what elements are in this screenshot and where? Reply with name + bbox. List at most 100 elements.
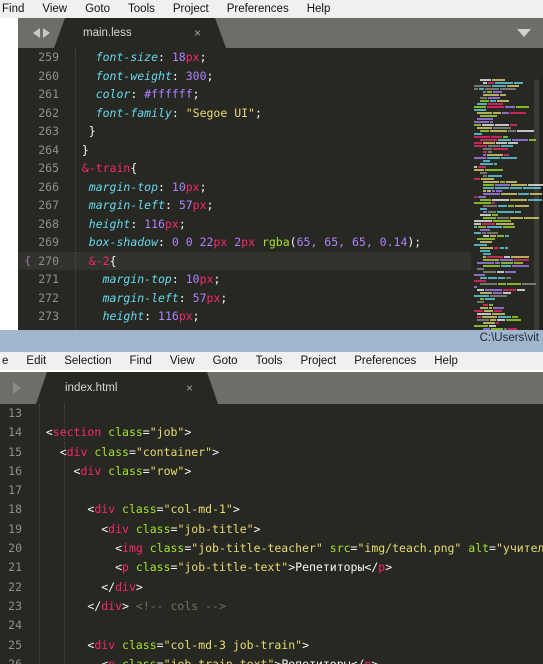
code-line[interactable]: 268 height: 116px; bbox=[18, 215, 543, 234]
triangle-left-icon[interactable] bbox=[33, 28, 40, 38]
minimap-token bbox=[474, 141, 482, 144]
code-line[interactable]: 264 } bbox=[18, 141, 543, 160]
code-line[interactable]: 265 &-train{ bbox=[18, 159, 543, 178]
triangle-right-icon[interactable] bbox=[43, 28, 50, 38]
code-line[interactable]: 16 <div class="row"> bbox=[0, 462, 543, 481]
code-line[interactable]: {270 &-2{ bbox=[18, 251, 543, 271]
minimap-token bbox=[483, 141, 495, 144]
fold-marker[interactable] bbox=[18, 85, 31, 104]
minimap-token bbox=[510, 198, 527, 201]
token: margin-left bbox=[88, 198, 165, 212]
fold-marker[interactable] bbox=[18, 141, 31, 160]
fold-marker[interactable] bbox=[18, 233, 31, 252]
fold-marker[interactable] bbox=[18, 67, 31, 86]
token: = bbox=[156, 502, 164, 517]
menubar-bottom[interactable]: e Edit Selection Find View Goto Tools Project Pr… bbox=[0, 352, 543, 370]
triangle-right-icon[interactable] bbox=[13, 382, 21, 394]
code-line[interactable]: 21 <p class="job-title-text">Репетиторы<… bbox=[0, 558, 543, 577]
code-line[interactable]: 22 </div> bbox=[0, 578, 543, 597]
minimap-token bbox=[483, 180, 499, 183]
fold-marker[interactable] bbox=[18, 122, 31, 141]
code-line[interactable]: 259 font-size: 18px; bbox=[18, 48, 543, 67]
fold-marker[interactable] bbox=[18, 48, 31, 67]
menu-item-project[interactable]: Project bbox=[291, 352, 345, 370]
code-line[interactable]: 26 <p class="job-train-text">Репетиторы<… bbox=[0, 655, 543, 664]
code-editor-bottom[interactable]: 13 14 <section class="job"> 15 <div class=… bbox=[0, 404, 543, 664]
code-line[interactable]: 260 font-weight: 300; bbox=[18, 67, 543, 86]
code-line[interactable]: 18 <div class="col-md-1"> bbox=[0, 500, 543, 519]
menu-item-edit[interactable]: Edit bbox=[17, 352, 55, 370]
menu-item-find[interactable]: Find bbox=[0, 0, 33, 18]
code-line[interactable]: 271 margin-top: 10px; bbox=[18, 270, 543, 289]
fold-marker[interactable] bbox=[18, 270, 31, 289]
fold-marker[interactable] bbox=[18, 104, 31, 123]
menu-item-goto[interactable]: Goto bbox=[204, 352, 247, 370]
fold-marker[interactable]: { bbox=[18, 252, 31, 271]
token: < bbox=[32, 425, 53, 440]
tab-main-less[interactable]: main.less × bbox=[54, 18, 226, 48]
code-line[interactable]: 17 bbox=[0, 481, 543, 500]
code-line[interactable]: 23 </div> <!-- cols --> bbox=[0, 597, 543, 616]
code-line[interactable]: 15 <div class="container"> bbox=[0, 443, 543, 462]
code-line[interactable]: 262 font-family: "Segoe UI"; bbox=[18, 104, 543, 123]
code-line[interactable]: 14 <section class="job"> bbox=[0, 423, 543, 442]
token: </ bbox=[350, 656, 365, 664]
minimap-top[interactable] bbox=[471, 78, 543, 338]
code-line[interactable]: 269 box-shadow: 0 0 22px 2px rgba(65, 65… bbox=[18, 233, 543, 252]
menu-item-tools[interactable]: Tools bbox=[119, 0, 164, 18]
minimap-token bbox=[480, 291, 492, 294]
code-line[interactable]: 272 margin-left: 57px; bbox=[18, 289, 543, 308]
fold-marker[interactable] bbox=[18, 178, 31, 197]
fold-marker[interactable] bbox=[18, 307, 31, 326]
code-line[interactable]: 263 } bbox=[18, 122, 543, 141]
menu-item-view[interactable]: View bbox=[33, 0, 76, 18]
fold-marker[interactable] bbox=[18, 289, 31, 308]
code-line[interactable]: 266 margin-top: 10px; bbox=[18, 178, 543, 197]
code-editor-top[interactable]: 259 font-size: 18px; 260 font-weight: 300… bbox=[18, 48, 543, 338]
code-text: <div class="job-title"> bbox=[32, 520, 543, 539]
menu-item-find[interactable]: Find bbox=[121, 352, 161, 370]
code-line[interactable]: 24 bbox=[0, 616, 543, 635]
fold-marker[interactable] bbox=[18, 159, 31, 178]
minimap-token bbox=[480, 99, 489, 102]
code-line[interactable]: 261 color: #ffffff; bbox=[18, 85, 543, 104]
code-line[interactable]: 20 <img class="job-title-teacher" src="i… bbox=[0, 539, 543, 558]
minimap-token bbox=[488, 96, 500, 99]
gutter-spacer bbox=[22, 578, 32, 597]
menubar-top[interactable]: Find View Goto Tools Project Preferences Help bbox=[0, 0, 543, 18]
tab-index-html[interactable]: index.html × bbox=[36, 372, 218, 404]
menu-item-help[interactable]: Help bbox=[298, 0, 340, 18]
minimap-token bbox=[474, 273, 485, 276]
minimap-token bbox=[493, 291, 502, 294]
code-line[interactable]: 19 <div class="job-title"> bbox=[0, 520, 543, 539]
token: src bbox=[322, 541, 351, 556]
token: div bbox=[66, 444, 88, 459]
token: 65, 65, 65, 0.14 bbox=[296, 235, 408, 249]
menu-item-view[interactable]: View bbox=[161, 352, 204, 370]
minimap-token bbox=[477, 318, 489, 321]
gutter-spacer bbox=[59, 67, 68, 86]
close-icon[interactable]: × bbox=[186, 382, 207, 394]
code-line[interactable]: 13 bbox=[0, 404, 543, 423]
minimap-token bbox=[514, 81, 523, 84]
menu-item-help[interactable]: Help bbox=[425, 352, 467, 370]
code-line[interactable]: 267 margin-left: 57px; bbox=[18, 196, 543, 215]
menu-item-preferences[interactable]: Preferences bbox=[345, 352, 425, 370]
menu-item-e[interactable]: e bbox=[0, 352, 17, 370]
code-line[interactable]: 25 <div class="col-md-3 job-train"> bbox=[0, 636, 543, 655]
minimap-token bbox=[474, 156, 486, 159]
code-line[interactable]: 273 height: 116px; bbox=[18, 307, 543, 326]
fold-marker[interactable] bbox=[18, 215, 31, 234]
menu-item-tools[interactable]: Tools bbox=[247, 352, 292, 370]
minimap-scrollbar[interactable] bbox=[534, 80, 539, 330]
minimap-token bbox=[480, 138, 497, 141]
menu-item-selection[interactable]: Selection bbox=[55, 352, 120, 370]
menu-item-preferences[interactable]: Preferences bbox=[218, 0, 298, 18]
token: font-size bbox=[95, 50, 159, 64]
fold-marker[interactable] bbox=[18, 196, 31, 215]
close-icon[interactable]: × bbox=[194, 27, 215, 39]
chevron-down-icon[interactable] bbox=[517, 29, 531, 37]
menu-item-project[interactable]: Project bbox=[164, 0, 218, 18]
menu-item-goto[interactable]: Goto bbox=[76, 0, 119, 18]
